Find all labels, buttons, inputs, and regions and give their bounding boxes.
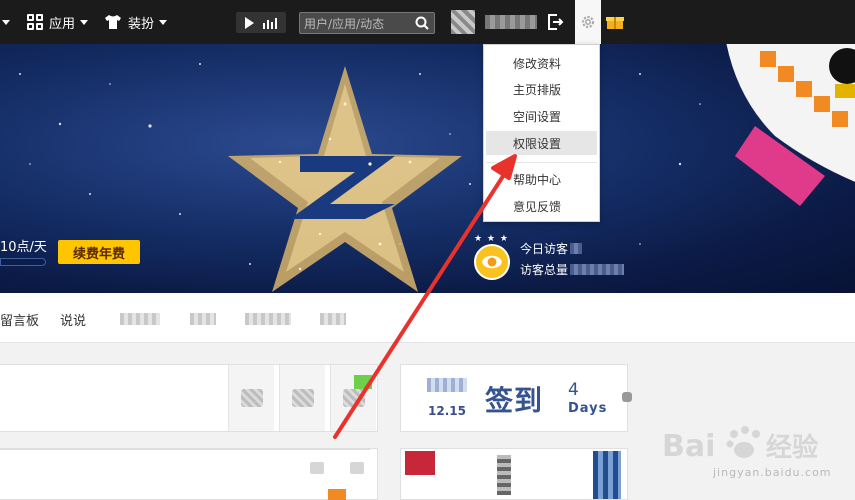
tshirt-icon [105, 15, 121, 29]
baidu-jingyan-watermark-logo: Bai 经验 [662, 426, 818, 464]
vip-progress-bar [0, 258, 46, 266]
profile-banner: 10点/天 续费年费 ★ ★ ★ 今日访客 访客总量 [0, 44, 855, 293]
collapsed-menu-caret[interactable] [0, 0, 10, 44]
music-player-button[interactable] [236, 12, 286, 33]
visitor-eye-icon[interactable] [474, 244, 510, 280]
photo-tool-button[interactable] [228, 365, 274, 431]
nav-item-blurred[interactable] [190, 313, 216, 325]
widget-thumbnails [400, 448, 628, 500]
nav-item-message-board[interactable]: 留言板 [0, 310, 39, 329]
profile-section-nav: 留言板 说说 [0, 293, 855, 343]
visitor-today-row[interactable]: 今日访客 [520, 240, 583, 257]
dress-up-menu-button[interactable]: 装扮 [104, 0, 168, 44]
divider [0, 449, 370, 450]
menu-item-feedback[interactable]: 意见反馈 [486, 194, 597, 218]
settings-button[interactable] [575, 0, 601, 44]
signin-button-label[interactable]: 签到 [485, 379, 543, 419]
menu-item-help-center[interactable]: 帮助中心 [486, 167, 597, 191]
svg-text:Bai: Bai [662, 429, 715, 464]
widget-thumbnail[interactable] [497, 455, 511, 495]
visitor-total-count-blurred [570, 264, 625, 275]
search-box [299, 12, 435, 34]
equalizer-icon [263, 17, 277, 29]
top-navigation-bar: 应用 装扮 [0, 0, 855, 44]
post-composer[interactable] [0, 364, 378, 432]
widget-thumbnail[interactable] [593, 451, 621, 499]
visitor-total-label: 访客总量 [520, 263, 569, 277]
signin-date: 12.15 [428, 404, 466, 418]
search-icon[interactable] [415, 16, 429, 30]
nav-item-blurred[interactable] [320, 313, 346, 325]
chevron-down-icon [80, 19, 89, 25]
new-badge [354, 375, 372, 389]
nav-item-shuoshuo[interactable]: 说说 [60, 310, 86, 329]
feed-action-icon[interactable] [350, 462, 364, 474]
apps-menu-button[interactable]: 应用 [27, 0, 89, 44]
username-blurred[interactable] [485, 15, 537, 29]
logout-icon[interactable] [546, 13, 564, 31]
feed-avatar-fragment [328, 489, 346, 500]
menu-item-permission-settings[interactable]: 权限设置 [486, 131, 597, 155]
visitor-total-row[interactable]: 访客总量 [520, 261, 625, 278]
link-tool-button[interactable] [279, 365, 325, 431]
renew-annual-fee-button[interactable]: 续费年费 [58, 240, 140, 264]
watermark-url: jingyan.baidu.com [713, 466, 832, 479]
chevron-down-icon [159, 19, 168, 25]
visitor-level-stars: ★ ★ ★ [474, 234, 509, 244]
visitor-today-label: 今日访客 [520, 242, 569, 256]
gift-box-icon[interactable] [606, 14, 624, 30]
feed-card [0, 448, 378, 500]
daily-signin-card[interactable]: 12.15 签到 4 Days [400, 364, 628, 432]
nav-item-blurred[interactable] [120, 313, 160, 325]
svg-text:经验: 经验 [766, 432, 818, 463]
play-icon [245, 16, 254, 29]
camera-icon [240, 389, 263, 407]
more-tool-button[interactable] [330, 365, 376, 431]
search-input[interactable] [304, 15, 412, 32]
menu-item-homepage-layout[interactable]: 主页排版 [486, 77, 597, 101]
pixel-ribbon-decoration [726, 44, 855, 206]
settings-dropdown-menu: 修改资料 主页排版 空间设置 权限设置 帮助中心 意见反馈 [483, 44, 600, 222]
user-avatar[interactable] [451, 10, 475, 34]
menu-item-space-settings[interactable]: 空间设置 [486, 104, 597, 128]
menu-divider [486, 162, 597, 163]
box-icon [342, 389, 365, 407]
nav-item-blurred[interactable] [245, 313, 291, 325]
signin-streak-number: 4 [568, 380, 579, 400]
apps-grid-icon [27, 14, 43, 30]
signin-streak-unit: Days [568, 401, 608, 416]
expand-handle[interactable] [622, 392, 632, 402]
feed-action-icon[interactable] [310, 462, 324, 474]
signin-date-blurred [427, 378, 467, 392]
link-icon [291, 389, 314, 407]
vip-points-text: 10点/天 [0, 240, 47, 255]
gear-icon [581, 15, 595, 29]
dress-up-label: 装扮 [128, 16, 155, 32]
visitor-today-count-blurred [570, 243, 583, 254]
apps-label: 应用 [49, 16, 76, 32]
widget-thumbnail[interactable] [405, 451, 435, 475]
menu-item-edit-profile[interactable]: 修改资料 [486, 51, 597, 75]
